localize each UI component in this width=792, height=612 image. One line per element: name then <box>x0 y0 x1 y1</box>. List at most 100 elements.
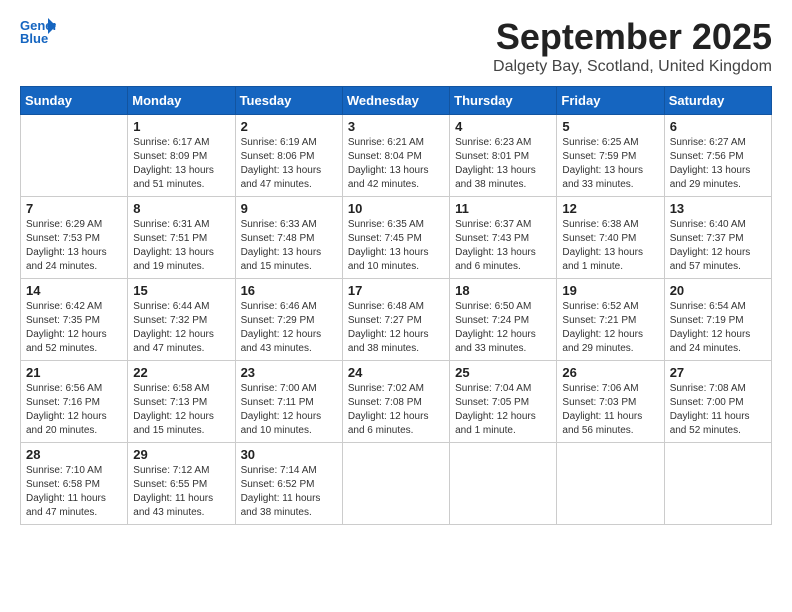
day-info: Sunrise: 6:37 AM Sunset: 7:43 PM Dayligh… <box>455 219 536 272</box>
day-number: 21 <box>26 365 122 380</box>
day-cell: 24 Sunrise: 7:02 AM Sunset: 7:08 PM Dayli… <box>342 361 449 443</box>
day-cell: 25Sunrise: 7:04 AM Sunset: 7:05 PM Dayli… <box>450 361 557 443</box>
day-info: Sunrise: 6:31 AM Sunset: 7:51 PM Dayligh… <box>133 219 214 272</box>
day-cell <box>664 443 771 525</box>
day-info: Sunrise: 6:46 AM Sunset: 7:29 PM Dayligh… <box>241 301 322 354</box>
day-cell: 12 Sunrise: 6:38 AM Sunset: 7:40 PM Dayli… <box>557 197 664 279</box>
week-row-5: 28 Sunrise: 7:10 AM Sunset: 6:58 PM Dayli… <box>21 443 772 525</box>
calendar-title: September 2025 <box>493 16 772 58</box>
day-number: 18 <box>455 283 551 298</box>
day-cell <box>450 443 557 525</box>
day-info: Sunrise: 6:29 AM Sunset: 7:53 PM Dayligh… <box>26 219 107 272</box>
day-number: 22 <box>133 365 229 380</box>
weekday-header-monday: Monday <box>128 87 235 115</box>
day-number: 10 <box>348 201 444 216</box>
day-number: 14 <box>26 283 122 298</box>
day-cell: 4 Sunrise: 6:23 AM Sunset: 8:01 PM Daylig… <box>450 115 557 197</box>
day-number: 2 <box>241 119 337 134</box>
day-number: 9 <box>241 201 337 216</box>
day-number: 13 <box>670 201 766 216</box>
weekday-header-wednesday: Wednesday <box>342 87 449 115</box>
day-info: Sunrise: 6:19 AM Sunset: 8:06 PM Dayligh… <box>241 137 322 190</box>
weekday-header-row: SundayMondayTuesdayWednesdayThursdayFrid… <box>21 87 772 115</box>
week-row-3: 14 Sunrise: 6:42 AM Sunset: 7:35 PM Dayli… <box>21 279 772 361</box>
calendar-body: 1Sunrise: 6:17 AM Sunset: 8:09 PM Daylig… <box>21 115 772 525</box>
day-number: 25 <box>455 365 551 380</box>
day-info: Sunrise: 6:42 AM Sunset: 7:35 PM Dayligh… <box>26 301 107 354</box>
day-info: Sunrise: 7:00 AM Sunset: 7:11 PM Dayligh… <box>241 383 322 436</box>
day-info: Sunrise: 6:23 AM Sunset: 8:01 PM Dayligh… <box>455 137 536 190</box>
day-number: 17 <box>348 283 444 298</box>
day-cell: 23 Sunrise: 7:00 AM Sunset: 7:11 PM Dayli… <box>235 361 342 443</box>
day-cell: 16 Sunrise: 6:46 AM Sunset: 7:29 PM Dayli… <box>235 279 342 361</box>
day-info: Sunrise: 6:25 AM Sunset: 7:59 PM Dayligh… <box>562 137 643 190</box>
day-cell <box>557 443 664 525</box>
day-cell: 1Sunrise: 6:17 AM Sunset: 8:09 PM Daylig… <box>128 115 235 197</box>
weekday-header-friday: Friday <box>557 87 664 115</box>
day-info: Sunrise: 6:35 AM Sunset: 7:45 PM Dayligh… <box>348 219 429 272</box>
day-number: 5 <box>562 119 658 134</box>
day-number: 28 <box>26 447 122 462</box>
day-info: Sunrise: 6:27 AM Sunset: 7:56 PM Dayligh… <box>670 137 751 190</box>
title-area: September 2025 Dalgety Bay, Scotland, Un… <box>493 16 772 76</box>
day-cell: 26 Sunrise: 7:06 AM Sunset: 7:03 PM Dayli… <box>557 361 664 443</box>
day-number: 15 <box>133 283 229 298</box>
day-cell: 5 Sunrise: 6:25 AM Sunset: 7:59 PM Daylig… <box>557 115 664 197</box>
day-info: Sunrise: 7:10 AM Sunset: 6:58 PM Dayligh… <box>26 465 106 518</box>
day-cell: 21 Sunrise: 6:56 AM Sunset: 7:16 PM Dayli… <box>21 361 128 443</box>
day-number: 23 <box>241 365 337 380</box>
day-cell: 11Sunrise: 6:37 AM Sunset: 7:43 PM Dayli… <box>450 197 557 279</box>
day-number: 7 <box>26 201 122 216</box>
day-info: Sunrise: 6:38 AM Sunset: 7:40 PM Dayligh… <box>562 219 643 272</box>
header: General Blue September 2025 Dalgety Bay,… <box>20 16 772 76</box>
day-cell: 10 Sunrise: 6:35 AM Sunset: 7:45 PM Dayli… <box>342 197 449 279</box>
day-number: 3 <box>348 119 444 134</box>
day-info: Sunrise: 6:33 AM Sunset: 7:48 PM Dayligh… <box>241 219 322 272</box>
weekday-header-thursday: Thursday <box>450 87 557 115</box>
day-number: 12 <box>562 201 658 216</box>
day-cell: 17 Sunrise: 6:48 AM Sunset: 7:27 PM Dayli… <box>342 279 449 361</box>
day-info: Sunrise: 6:50 AM Sunset: 7:24 PM Dayligh… <box>455 301 536 354</box>
day-cell: 2 Sunrise: 6:19 AM Sunset: 8:06 PM Daylig… <box>235 115 342 197</box>
logo: General Blue <box>20 16 56 46</box>
day-info: Sunrise: 6:56 AM Sunset: 7:16 PM Dayligh… <box>26 383 107 436</box>
logo-icon: General Blue <box>20 16 56 46</box>
day-cell <box>342 443 449 525</box>
day-info: Sunrise: 6:58 AM Sunset: 7:13 PM Dayligh… <box>133 383 214 436</box>
day-cell: 22 Sunrise: 6:58 AM Sunset: 7:13 PM Dayli… <box>128 361 235 443</box>
day-cell: 18 Sunrise: 6:50 AM Sunset: 7:24 PM Dayli… <box>450 279 557 361</box>
day-cell: 8 Sunrise: 6:31 AM Sunset: 7:51 PM Daylig… <box>128 197 235 279</box>
day-number: 6 <box>670 119 766 134</box>
day-number: 26 <box>562 365 658 380</box>
day-cell: 6 Sunrise: 6:27 AM Sunset: 7:56 PM Daylig… <box>664 115 771 197</box>
day-info: Sunrise: 6:48 AM Sunset: 7:27 PM Dayligh… <box>348 301 429 354</box>
svg-text:Blue: Blue <box>20 31 48 46</box>
day-info: Sunrise: 7:02 AM Sunset: 7:08 PM Dayligh… <box>348 383 429 436</box>
day-cell: 28 Sunrise: 7:10 AM Sunset: 6:58 PM Dayli… <box>21 443 128 525</box>
day-info: Sunrise: 6:40 AM Sunset: 7:37 PM Dayligh… <box>670 219 751 272</box>
day-number: 20 <box>670 283 766 298</box>
calendar-subtitle: Dalgety Bay, Scotland, United Kingdom <box>493 58 772 76</box>
day-number: 30 <box>241 447 337 462</box>
week-row-1: 1Sunrise: 6:17 AM Sunset: 8:09 PM Daylig… <box>21 115 772 197</box>
day-cell: 3 Sunrise: 6:21 AM Sunset: 8:04 PM Daylig… <box>342 115 449 197</box>
day-cell: 30Sunrise: 7:14 AM Sunset: 6:52 PM Dayli… <box>235 443 342 525</box>
day-number: 4 <box>455 119 551 134</box>
day-number: 19 <box>562 283 658 298</box>
week-row-4: 21 Sunrise: 6:56 AM Sunset: 7:16 PM Dayli… <box>21 361 772 443</box>
calendar-header: SundayMondayTuesdayWednesdayThursdayFrid… <box>21 87 772 115</box>
day-number: 16 <box>241 283 337 298</box>
day-info: Sunrise: 7:12 AM Sunset: 6:55 PM Dayligh… <box>133 465 213 518</box>
day-number: 8 <box>133 201 229 216</box>
day-info: Sunrise: 7:06 AM Sunset: 7:03 PM Dayligh… <box>562 383 642 436</box>
calendar-table: SundayMondayTuesdayWednesdayThursdayFrid… <box>20 86 772 525</box>
day-cell <box>21 115 128 197</box>
day-cell: 14 Sunrise: 6:42 AM Sunset: 7:35 PM Dayli… <box>21 279 128 361</box>
day-info: Sunrise: 6:21 AM Sunset: 8:04 PM Dayligh… <box>348 137 429 190</box>
weekday-header-sunday: Sunday <box>21 87 128 115</box>
day-info: Sunrise: 6:54 AM Sunset: 7:19 PM Dayligh… <box>670 301 751 354</box>
day-number: 29 <box>133 447 229 462</box>
day-cell: 27Sunrise: 7:08 AM Sunset: 7:00 PM Dayli… <box>664 361 771 443</box>
day-number: 24 <box>348 365 444 380</box>
weekday-header-saturday: Saturday <box>664 87 771 115</box>
